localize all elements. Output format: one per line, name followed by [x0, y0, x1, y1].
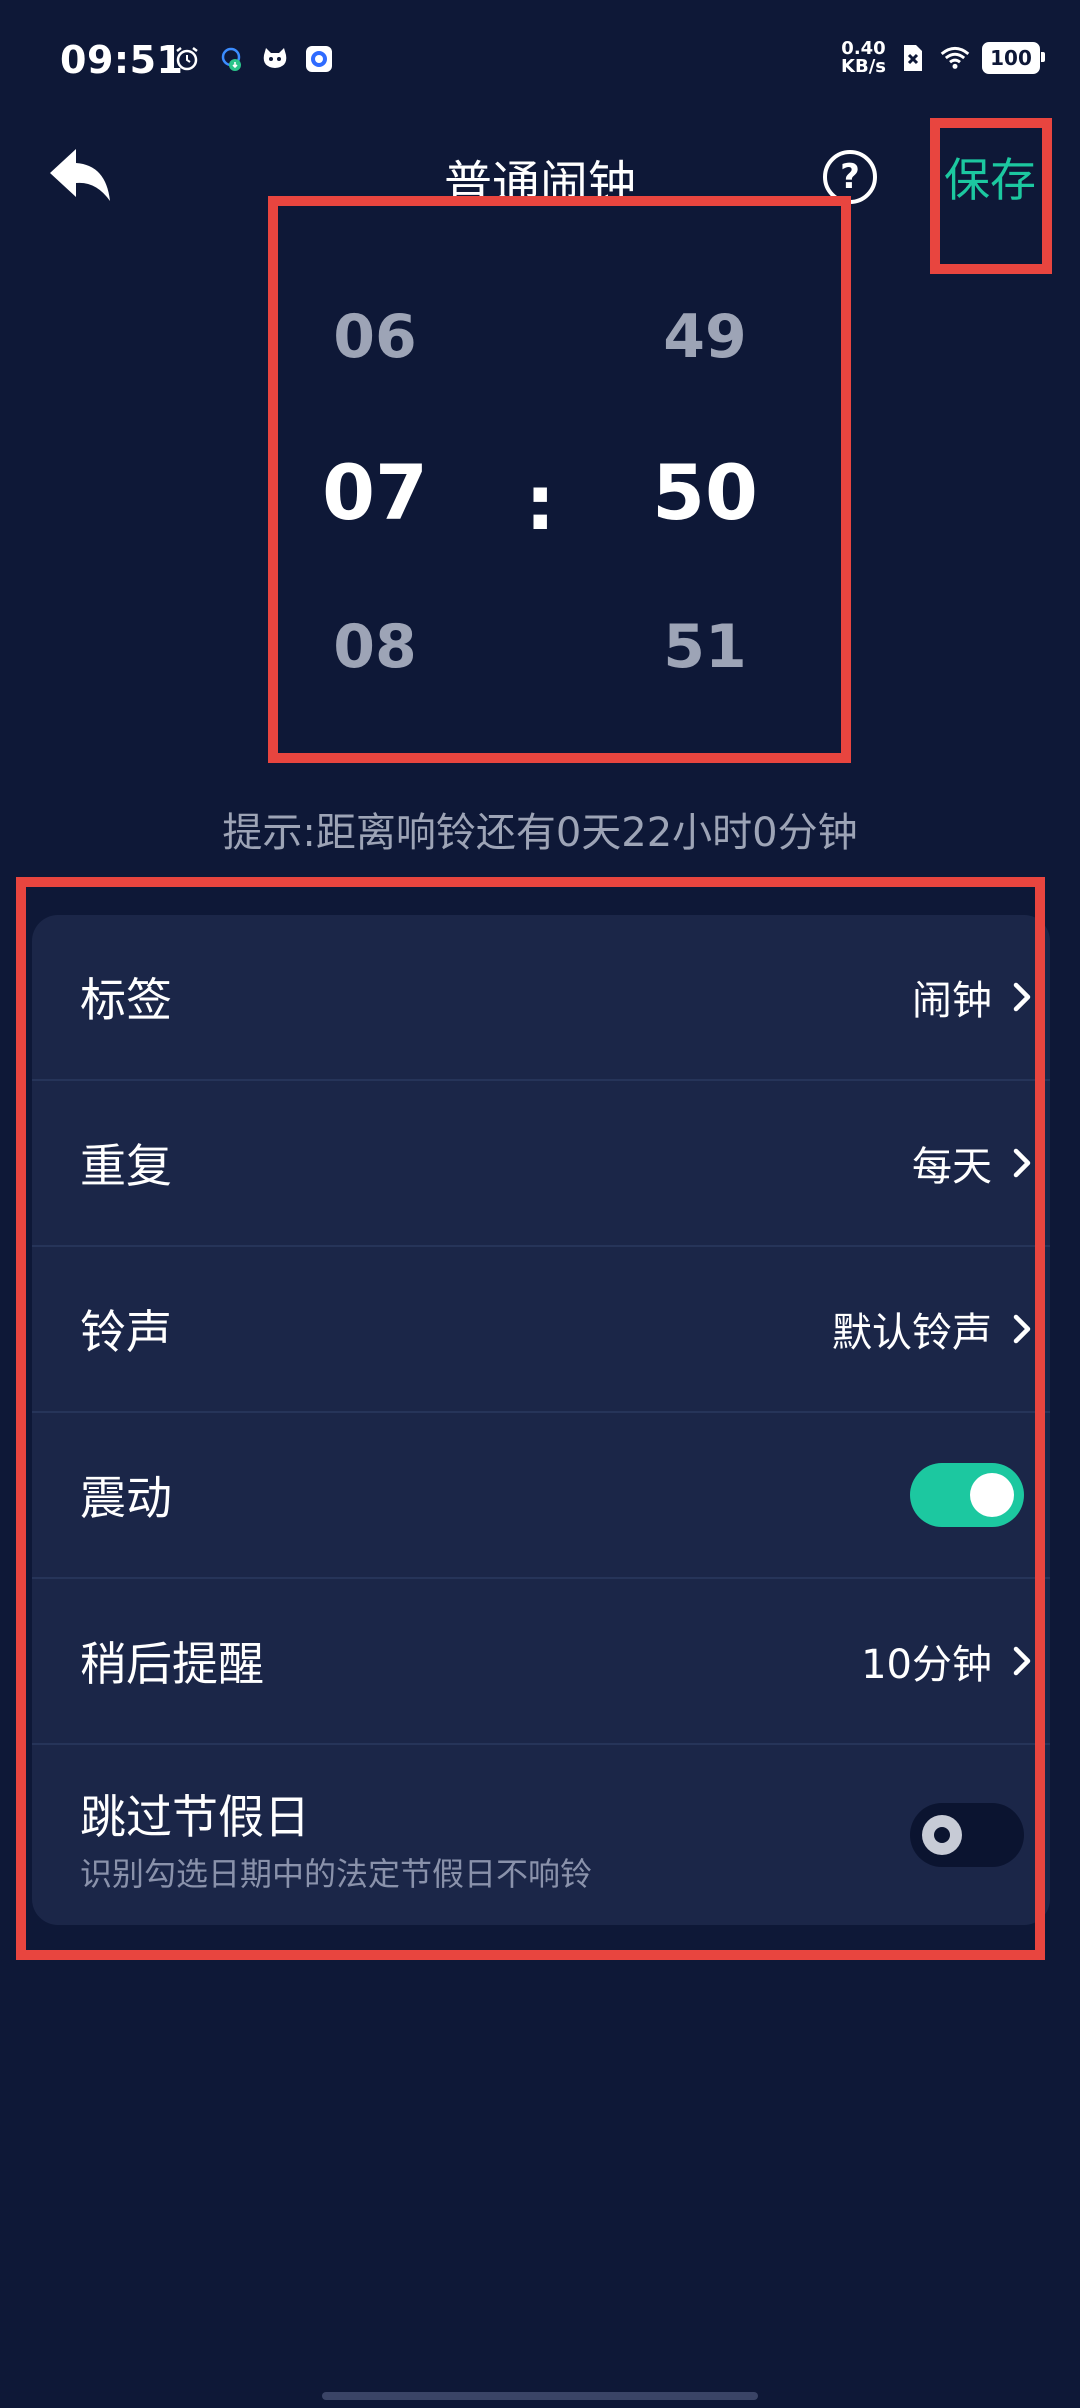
vibrate-toggle[interactable]	[910, 1463, 1024, 1527]
status-time: 09:51	[60, 38, 184, 82]
snooze-row-title: 稍后提醒	[80, 1637, 264, 1691]
ringtone-row-title: 铃声	[80, 1305, 172, 1359]
hour-prev[interactable]: 06	[275, 302, 475, 372]
battery-indicator: 100	[982, 42, 1045, 74]
toggle-knob	[922, 1815, 962, 1855]
hour-next[interactable]: 08	[275, 612, 475, 682]
net-speed-unit: KB/s	[841, 56, 886, 77]
vibrate-row: 震动	[32, 1413, 1050, 1579]
ringtone-row[interactable]: 铃声 默认铃声	[32, 1247, 1050, 1413]
cat-app-icon	[260, 44, 290, 74]
app-badge-icon	[304, 44, 334, 74]
vibrate-row-title: 震动	[80, 1471, 172, 1525]
label-row-value: 闹钟	[912, 978, 992, 1024]
minute-next[interactable]: 51	[605, 612, 805, 682]
skip-holiday-description: 识别勾选日期中的法定节假日不响铃	[80, 1855, 593, 1893]
chevron-right-icon	[1013, 1314, 1031, 1344]
download-icon	[216, 44, 246, 74]
notification-icons	[172, 44, 334, 74]
help-button[interactable]: ?	[823, 150, 877, 204]
minute-prev[interactable]: 49	[605, 302, 805, 372]
net-speed: 0.40 KB/s	[841, 40, 886, 76]
home-indicator[interactable]	[322, 2392, 758, 2400]
status-bar: 09:51 0.40 KB/s 100	[0, 0, 1080, 120]
time-picker[interactable]: 06 07 08 : 49 50 51	[270, 198, 848, 758]
settings-card: 标签 闹钟 重复 每天 铃声 默认铃声 震动 稍后提醒 10分钟 跳过节假日 识…	[32, 915, 1050, 1925]
chevron-right-icon	[1013, 982, 1031, 1012]
alarm-clock-icon	[172, 44, 202, 74]
chevron-right-icon	[1013, 1148, 1031, 1178]
status-right: 0.40 KB/s 100	[841, 40, 1045, 76]
wifi-icon	[940, 43, 970, 73]
minute-current[interactable]: 50	[605, 448, 805, 537]
time-separator: :	[525, 458, 556, 547]
hour-current[interactable]: 07	[275, 448, 475, 537]
repeat-row[interactable]: 重复 每天	[32, 1081, 1050, 1247]
repeat-row-title: 重复	[80, 1139, 172, 1193]
label-row-title: 标签	[80, 973, 172, 1027]
countdown-hint: 提示:距离响铃还有0天22小时0分钟	[222, 810, 858, 856]
ringtone-row-value: 默认铃声	[832, 1310, 992, 1356]
skip-holiday-row: 跳过节假日 识别勾选日期中的法定节假日不响铃	[32, 1745, 1050, 1925]
toggle-knob	[970, 1473, 1014, 1517]
skip-holiday-toggle[interactable]	[910, 1803, 1024, 1867]
chevron-right-icon	[1013, 1646, 1031, 1676]
label-row[interactable]: 标签 闹钟	[32, 915, 1050, 1081]
snooze-row[interactable]: 稍后提醒 10分钟	[32, 1579, 1050, 1745]
save-button[interactable]: 保存	[944, 144, 1036, 210]
skip-holiday-title: 跳过节假日	[80, 1790, 310, 1844]
repeat-row-value: 每天	[912, 1144, 992, 1190]
no-sim-icon	[898, 43, 928, 73]
snooze-row-value: 10分钟	[861, 1642, 992, 1688]
